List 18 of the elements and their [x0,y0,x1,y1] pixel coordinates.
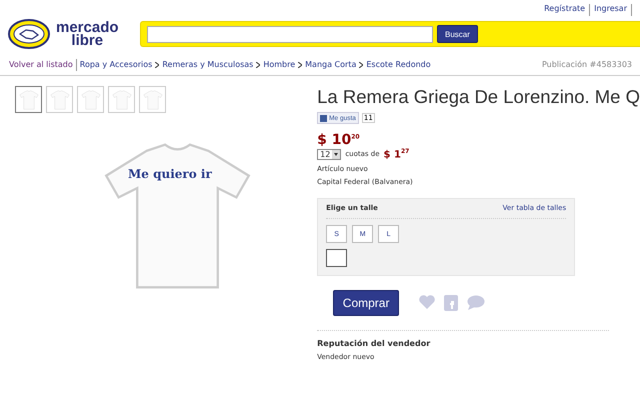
product-title: La Remera Griega De Lorenzino. Me Q [317,86,640,108]
installments-select[interactable]: 12 [317,148,342,160]
shirt-print-text: Me quiero ir [128,167,212,181]
header-link[interactable]: Ingresar [594,4,627,14]
reputation-title: Reputación del vendedor [317,339,432,348]
breadcrumb-link[interactable]: Hombre [263,60,296,69]
breadcrumb-link[interactable]: Escote Redondo [366,60,431,69]
back-link[interactable]: Volver al listado [9,60,73,69]
header-link[interactable]: Regístrate [544,4,586,14]
buy-button[interactable]: Comprar [333,290,400,316]
publication-number: Publicación #4583303 [542,60,632,69]
installment-amount: $ 1$^{27}$ [384,148,410,160]
breadcrumb-link[interactable]: Remeras y Musculosas [162,60,254,69]
search-button[interactable]: Buscar [437,25,478,43]
breadcrumb-link[interactable]: Manga Corta [305,60,356,69]
breadcrumb-link[interactable]: Ropa y Accesorios [80,60,152,69]
logo-text: mercado libre [56,21,119,47]
price: $ 10$^{20}$ [317,132,361,148]
